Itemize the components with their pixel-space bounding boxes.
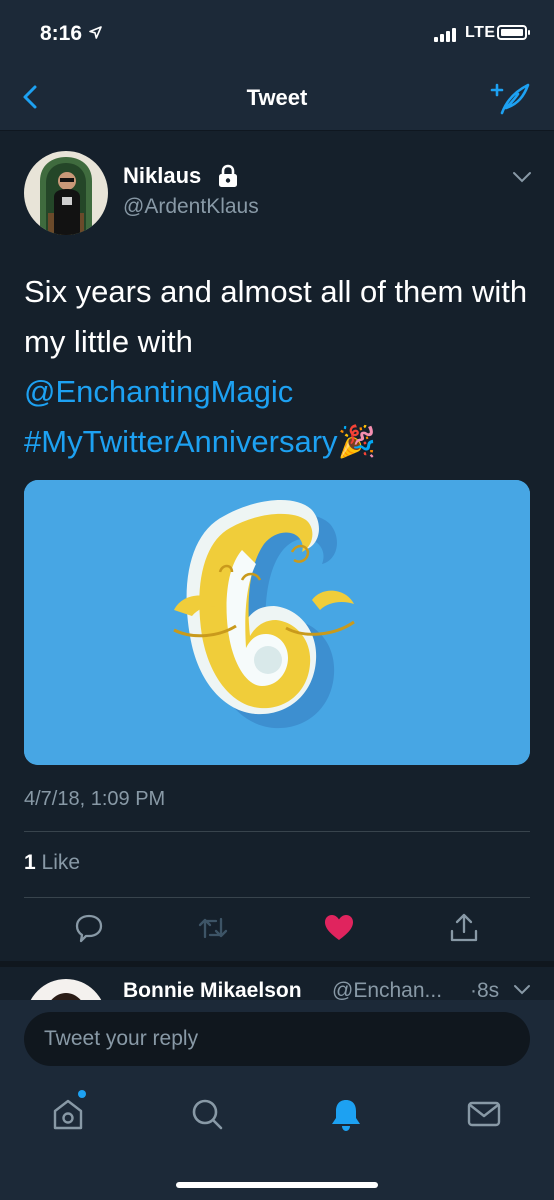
- author-handle[interactable]: @ArdentKlaus: [123, 195, 259, 219]
- retweet-icon[interactable]: [196, 911, 230, 945]
- status-bar: 8:16 LTE: [0, 0, 554, 64]
- like-heart-icon[interactable]: [322, 911, 356, 945]
- chevron-down-icon[interactable]: [512, 171, 532, 183]
- location-arrow-icon: [89, 26, 102, 39]
- reply-composer: [0, 1000, 554, 1080]
- messages-envelope-icon[interactable]: [464, 1094, 504, 1134]
- share-icon[interactable]: [447, 911, 481, 945]
- signal-strength-icon: [434, 26, 456, 42]
- reply-time: ·8s: [470, 979, 500, 1000]
- like-count-row[interactable]: 1 Like: [24, 851, 80, 875]
- tweet-text-body: Six years and almost all of them with my…: [24, 274, 528, 359]
- reply-author-avatar[interactable]: [26, 979, 106, 1000]
- like-count: 1: [24, 851, 36, 874]
- chevron-down-icon[interactable]: [513, 984, 531, 995]
- network-type: LTE: [465, 24, 496, 41]
- tweet-timestamp: 4/7/18, 1:09 PM: [24, 788, 166, 810]
- author-display-name[interactable]: Niklaus: [123, 163, 201, 189]
- like-count-label: Like: [41, 851, 81, 874]
- reply-author-name[interactable]: Bonnie Mikaelson: [123, 979, 302, 1000]
- home-icon[interactable]: [48, 1094, 88, 1134]
- search-icon[interactable]: [187, 1094, 227, 1134]
- author-avatar[interactable]: [24, 151, 108, 235]
- reply-preview[interactable]: Bonnie Mikaelson @Enchan... ·8s: [0, 967, 554, 1000]
- reply-author-handle[interactable]: @Enchan...: [332, 979, 442, 1000]
- tweet-detail: Niklaus @ArdentKlaus Six years and almos…: [0, 131, 554, 961]
- nav-bar: Tweet: [0, 64, 554, 131]
- status-time: 8:16: [40, 22, 83, 45]
- party-popper-emoji: 🎉: [337, 424, 377, 459]
- tweet-text: Six years and almost all of them with my…: [24, 267, 534, 467]
- notifications-bell-icon[interactable]: [326, 1094, 366, 1134]
- hashtag-link[interactable]: #MyTwitterAnniversary: [24, 424, 338, 459]
- reply-time-value: 8s: [477, 979, 500, 1000]
- protected-lock-icon: [219, 164, 237, 187]
- home-indicator[interactable]: [176, 1182, 378, 1188]
- tweet-media-image[interactable]: [24, 480, 530, 765]
- reply-input[interactable]: [24, 1012, 530, 1066]
- reply-icon[interactable]: [72, 911, 106, 945]
- mention-link[interactable]: @EnchantingMagic: [24, 374, 293, 409]
- compose-tweet-icon[interactable]: [488, 80, 532, 116]
- page-title: Tweet: [246, 85, 308, 110]
- new-content-dot: [78, 1090, 86, 1098]
- divider: [24, 897, 530, 898]
- battery-icon: [497, 25, 530, 40]
- divider: [24, 831, 530, 832]
